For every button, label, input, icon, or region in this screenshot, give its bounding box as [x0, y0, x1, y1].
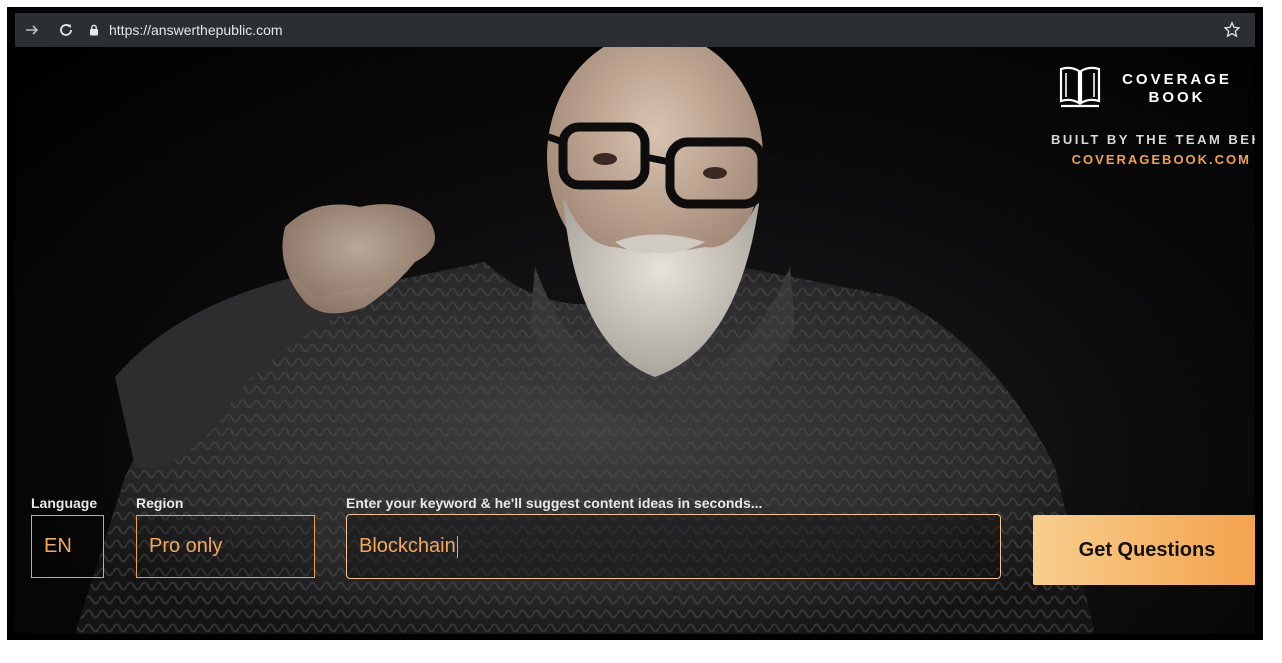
region-select[interactable]: Pro only	[136, 515, 315, 578]
language-select[interactable]: EN	[31, 515, 104, 578]
forward-arrow-icon	[26, 25, 39, 35]
hero-video: COVERAGE BOOK BUILT BY THE TEAM BEHI COV…	[15, 47, 1255, 634]
keyword-label: Enter your keyword & he'll suggest conte…	[346, 495, 763, 511]
language-value: EN	[44, 535, 72, 557]
browser-toolbar: https://answerthepublic.com	[15, 13, 1255, 47]
brand-name: COVERAGE BOOK	[1122, 71, 1232, 106]
region-label: Region	[136, 495, 184, 511]
lock-icon	[89, 24, 99, 36]
url-text: https://answerthepublic.com	[109, 22, 283, 38]
language-label: Language	[31, 495, 98, 511]
forward-button[interactable]	[15, 13, 49, 47]
screenshot-frame: https://answerthepublic.com COVERAGE BOO…	[7, 7, 1263, 640]
text-caret	[456, 535, 458, 558]
get-questions-button[interactable]: Get Questions	[1033, 515, 1255, 585]
bookmark-star-icon[interactable]	[1223, 21, 1241, 44]
brand-link[interactable]: COVERAGEBOOK.COM	[1072, 152, 1251, 167]
region-value: Pro only	[149, 535, 223, 557]
address-bar[interactable]: https://answerthepublic.com	[89, 22, 283, 38]
keyword-value: Blockchain	[359, 535, 456, 557]
reload-icon	[60, 24, 72, 36]
brand-tagline: BUILT BY THE TEAM BEHI	[1051, 132, 1255, 147]
coveragebook-logo-icon	[1059, 66, 1101, 108]
reload-button[interactable]	[49, 13, 83, 47]
coveragebook-brand[interactable]: COVERAGE BOOK	[1037, 65, 1237, 109]
keyword-input[interactable]: Blockchain	[346, 514, 1001, 579]
